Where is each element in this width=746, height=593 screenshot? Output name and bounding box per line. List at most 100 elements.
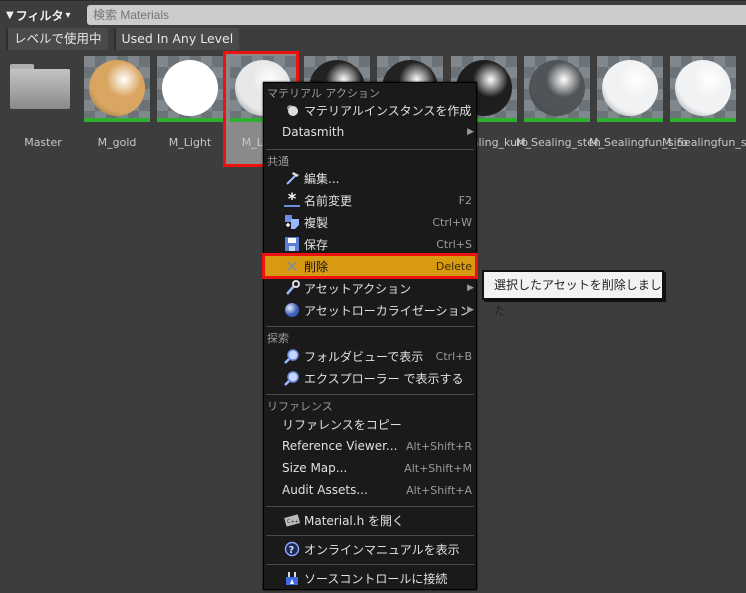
separator	[266, 535, 474, 536]
folder-tile[interactable]: Master	[10, 56, 76, 166]
chevron-down-icon: ▾	[65, 10, 71, 21]
material-sphere-icon	[529, 60, 585, 116]
menu-item-size-map[interactable]: Size Map... Alt+Shift+M	[264, 457, 476, 479]
separator	[266, 506, 474, 507]
submenu-arrow-icon: ▶	[467, 283, 474, 293]
asset-tile[interactable]: M_gold	[84, 56, 150, 166]
asset-type-bar	[84, 118, 150, 122]
shortcut: Alt+Shift+A	[406, 483, 472, 497]
material-sphere-icon	[89, 60, 145, 116]
section-references: リファレンス	[267, 400, 333, 413]
menu-item-open-header[interactable]: C++ Material.h を開く	[264, 509, 476, 531]
asset-type-bar	[524, 118, 590, 122]
asset-tile[interactable]: M_Sealingfun_siro	[589, 56, 688, 166]
submenu-arrow-icon: ▶	[467, 127, 474, 137]
material-instance-icon	[284, 102, 300, 118]
menu-item-asset-localization[interactable]: アセットローカライゼーション ▶	[264, 299, 476, 321]
delete-tooltip: 選択したアセットを削除しました	[482, 270, 664, 318]
search-input[interactable]	[87, 5, 746, 25]
chip-used-in-level[interactable]: レベルで使用中	[6, 28, 108, 50]
menu-item-rename[interactable]: * 名前変更 F2	[264, 189, 476, 211]
menu-item-label: Audit Assets...	[282, 483, 368, 497]
menu-item-online-manual[interactable]: ? オンラインマニュアルを表示	[264, 538, 476, 560]
menu-item-copy-reference[interactable]: リファレンスをコピー	[264, 413, 476, 435]
material-thumbnail	[670, 56, 736, 122]
duplicate-icon	[284, 214, 300, 230]
menu-item-label: アセットローカライゼーション	[304, 303, 472, 318]
hammer-icon	[284, 170, 300, 186]
menu-item-create-instance[interactable]: マテリアルインスタンスを作成	[264, 99, 476, 121]
shortcut: Ctrl+B	[435, 349, 472, 363]
floppy-disk-icon	[284, 236, 300, 252]
asset-tile[interactable]: M_Sealing_sten	[516, 56, 601, 166]
filter-chips: レベルで使用中 Used In Any Level	[6, 28, 240, 50]
material-sphere-icon	[675, 60, 731, 116]
menu-item-source-control[interactable]: ソースコントロールに接続	[264, 567, 476, 589]
content-browser: ▼ フィルタ ▾ レベルで使用中 Used In Any Level Maste…	[0, 0, 746, 593]
material-thumbnail	[597, 56, 663, 122]
asset-tile[interactable]: M_Sealingfun_siro	[662, 56, 746, 166]
shortcut: F2	[458, 193, 472, 207]
menu-item-label: 複製	[304, 215, 329, 230]
menu-item-duplicate[interactable]: 複製 Ctrl+W	[264, 211, 476, 233]
menu-item-label: オンラインマニュアルを表示	[304, 542, 460, 557]
chip-used-in-any-level[interactable]: Used In Any Level	[113, 28, 240, 50]
toolbar: ▼ フィルタ ▾	[0, 0, 746, 28]
help-question-icon: ?	[284, 541, 300, 557]
menu-item-label: マテリアルインスタンスを作成	[304, 103, 472, 118]
context-menu: マテリアル アクション マテリアルインスタンスを作成 Datasmith ▶ 共…	[262, 82, 478, 590]
asset-type-bar	[597, 118, 663, 122]
material-thumbnail	[524, 56, 590, 122]
asset-name: M_gold	[97, 136, 137, 149]
magnifier-icon	[284, 348, 300, 364]
material-thumbnail	[84, 56, 150, 122]
shortcut: Alt+Shift+M	[404, 461, 472, 475]
wrench-icon	[284, 280, 300, 296]
filter-icon: ▼	[6, 10, 14, 21]
asset-type-bar	[157, 118, 223, 122]
menu-item-label: 編集...	[304, 171, 340, 186]
folder-icon	[10, 64, 72, 110]
menu-item-label: フォルダビューで表示	[304, 349, 424, 364]
asset-type-bar	[670, 118, 736, 122]
shortcut: Ctrl+W	[432, 215, 472, 229]
filter-button[interactable]: ▼ フィルタ ▾	[6, 6, 71, 25]
menu-item-label: ソースコントロールに接続	[304, 571, 448, 586]
asset-tile[interactable]: M_Light	[157, 56, 223, 166]
svg-text:?: ?	[289, 545, 295, 556]
menu-item-reference-viewer[interactable]: Reference Viewer... Alt+Shift+R	[264, 435, 476, 457]
separator	[266, 394, 474, 395]
menu-item-label: アセットアクション	[304, 281, 412, 296]
filter-label: フィルタ	[15, 9, 64, 23]
menu-item-label: Reference Viewer...	[282, 439, 398, 453]
menu-item-audit-assets[interactable]: Audit Assets... Alt+Shift+A	[264, 479, 476, 501]
menu-item-label: Material.h を開く	[304, 513, 404, 528]
asset-name: M_Light	[168, 136, 212, 149]
cpp-file-icon: C++	[284, 512, 300, 528]
svg-text:C++: C++	[287, 519, 299, 525]
menu-item-save[interactable]: 保存 Ctrl+S	[264, 233, 476, 255]
menu-item-label: Datasmith	[282, 125, 345, 139]
section-explore: 探索	[267, 332, 289, 345]
menu-item-label: 削除	[304, 259, 329, 274]
menu-item-delete[interactable]: ✕ 削除 Delete	[262, 253, 478, 279]
separator	[266, 326, 474, 327]
asset-name: M_Sealingfun_siro	[589, 136, 688, 149]
asset-name: M_Sealingfun_siro	[662, 136, 746, 149]
asset-name: M_Sealing_sten	[516, 136, 601, 149]
menu-item-label: 名前変更	[304, 193, 353, 208]
shortcut: Ctrl+S	[436, 237, 472, 251]
asset-name: Master	[24, 136, 62, 149]
menu-item-edit[interactable]: 編集...	[264, 167, 476, 189]
menu-item-show-in-folder[interactable]: フォルダビューで表示 Ctrl+B	[264, 345, 476, 367]
material-sphere-icon	[162, 60, 218, 116]
menu-item-datasmith[interactable]: Datasmith ▶	[264, 121, 476, 143]
menu-item-show-in-explorer[interactable]: エクスプローラー で表示する	[264, 367, 476, 389]
rename-asterisk-icon: *	[284, 191, 300, 207]
shortcut: Delete	[435, 259, 472, 273]
delete-x-icon: ✕	[285, 256, 299, 276]
shortcut: Alt+Shift+R	[406, 439, 472, 453]
separator	[266, 564, 474, 565]
menu-item-asset-actions[interactable]: アセットアクション ▶	[264, 277, 476, 299]
material-sphere-icon	[602, 60, 658, 116]
